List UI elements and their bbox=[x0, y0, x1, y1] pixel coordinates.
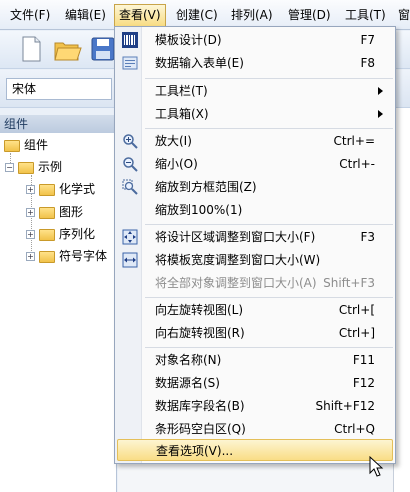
tree-item-serialization[interactable]: + 序列化 bbox=[26, 225, 95, 243]
menu-item-fit-design-area[interactable]: 将设计区域调整到窗口大小(F) F3 bbox=[117, 226, 393, 248]
menu-item-toolbox[interactable]: 工具箱(X) bbox=[117, 103, 393, 125]
menu-item-label: 向左旋转视图(L) bbox=[155, 303, 244, 317]
menu-item-shortcut: F3 bbox=[360, 230, 375, 244]
menu-manage[interactable]: 管理(D) bbox=[284, 4, 335, 26]
tree-item-graphics[interactable]: + 图形 bbox=[26, 203, 83, 221]
menu-item-template-design[interactable]: 模板设计(D) F7 bbox=[117, 29, 393, 51]
menu-item-fit-all-objects: 将全部对象调整到窗口大小(A) Shift+F3 bbox=[117, 272, 393, 294]
menu-item-rotate-left[interactable]: 向左旋转视图(L) Ctrl+[ bbox=[117, 299, 393, 321]
submenu-arrow-icon bbox=[378, 87, 383, 95]
components-panel-title: 组件 bbox=[0, 115, 117, 133]
menu-item-shortcut: F7 bbox=[360, 33, 375, 47]
menu-item-fit-template-width[interactable]: 将模板宽度调整到窗口大小(W) bbox=[117, 249, 393, 271]
zoom-out-icon bbox=[123, 157, 138, 172]
expand-icon[interactable]: + bbox=[26, 185, 35, 194]
tree-item-label: 序列化 bbox=[59, 227, 96, 241]
tree-examples[interactable]: − 示例 bbox=[5, 158, 62, 176]
folder-icon bbox=[39, 228, 55, 241]
menu-tools[interactable]: 工具(T) bbox=[341, 4, 390, 26]
tree-root[interactable]: 组件 bbox=[4, 136, 48, 154]
expand-icon[interactable]: + bbox=[26, 208, 35, 217]
expand-icon[interactable]: + bbox=[26, 230, 35, 239]
tree-item-chemical[interactable]: + 化学式 bbox=[26, 180, 95, 198]
menu-item-shortcut: F12 bbox=[352, 376, 375, 390]
zoom-box-icon bbox=[122, 179, 138, 195]
menu-item-label: 查看选项(V)... bbox=[156, 444, 234, 458]
fit-window-icon bbox=[122, 229, 138, 245]
view-menu-dropdown: 模板设计(D) F7 数据输入表单(E) F8 工具栏(T) 工具箱(X) 放大… bbox=[114, 26, 396, 464]
menu-item-label: 条形码空白区(Q) bbox=[155, 422, 246, 436]
menu-item-label: 工具箱(X) bbox=[155, 107, 209, 121]
menu-item-shortcut: Shift+F3 bbox=[323, 276, 375, 290]
folder-icon bbox=[39, 206, 55, 219]
expand-icon[interactable]: + bbox=[26, 252, 35, 261]
tree-item-label: 化学式 bbox=[59, 182, 96, 196]
menu-item-label: 将设计区域调整到窗口大小(F) bbox=[155, 230, 316, 244]
collapse-icon[interactable]: − bbox=[5, 163, 14, 172]
form-icon bbox=[122, 56, 138, 70]
menu-item-data-source-names[interactable]: 数据源名(S) F12 bbox=[117, 372, 393, 394]
menu-item-zoom-100[interactable]: 缩放到100%(1) bbox=[117, 199, 393, 221]
menu-item-toolbars[interactable]: 工具栏(T) bbox=[117, 80, 393, 102]
menu-item-label: 缩放到方框范围(Z) bbox=[155, 180, 257, 194]
menu-item-shortcut: Ctrl+[ bbox=[338, 303, 375, 317]
new-document-icon[interactable] bbox=[16, 34, 46, 64]
menu-item-label: 缩放到100%(1) bbox=[155, 203, 243, 217]
zoom-in-icon bbox=[123, 134, 138, 149]
open-folder-icon[interactable] bbox=[52, 34, 82, 64]
menu-item-shortcut: Ctrl+- bbox=[339, 157, 375, 171]
menu-view[interactable]: 查看(V) bbox=[114, 4, 166, 26]
menu-item-database-field-names[interactable]: 数据库字段名(B) Shift+F12 bbox=[117, 395, 393, 417]
menu-item-label: 对象名称(N) bbox=[155, 353, 222, 367]
menu-item-data-entry-form[interactable]: 数据输入表单(E) F8 bbox=[117, 52, 393, 74]
menu-item-shortcut: Shift+F12 bbox=[315, 399, 375, 413]
tree-item-symbol-font[interactable]: + 符号字体 bbox=[26, 247, 107, 265]
font-select[interactable]: 宋体 bbox=[6, 78, 112, 100]
tree-examples-label: 示例 bbox=[38, 160, 63, 174]
menu-item-label: 数据库字段名(B) bbox=[155, 399, 245, 413]
menu-create[interactable]: 创建(C) bbox=[172, 4, 222, 26]
barcode-icon bbox=[122, 32, 138, 48]
menu-edit[interactable]: 编辑(E) bbox=[61, 4, 110, 26]
menu-item-label: 向右旋转视图(R) bbox=[155, 326, 245, 340]
menu-item-label: 缩小(O) bbox=[155, 157, 198, 171]
menu-item-shortcut: Ctrl+] bbox=[338, 326, 375, 340]
fit-width-icon bbox=[122, 252, 138, 268]
menu-item-label: 将模板宽度调整到窗口大小(W) bbox=[155, 253, 321, 267]
submenu-arrow-icon bbox=[378, 110, 383, 118]
menu-item-label: 数据源名(S) bbox=[155, 376, 220, 390]
menu-item-zoom-in[interactable]: 放大(I) Ctrl+= bbox=[117, 130, 393, 152]
menu-item-barcode-quiet-zone[interactable]: 条形码空白区(Q) Ctrl+Q bbox=[117, 418, 393, 440]
menu-item-label: 模板设计(D) bbox=[155, 33, 222, 47]
menu-item-label: 数据输入表单(E) bbox=[155, 56, 244, 70]
tree-item-label: 符号字体 bbox=[59, 249, 108, 263]
menu-item-object-names[interactable]: 对象名称(N) F11 bbox=[117, 349, 393, 371]
menu-item-rotate-right[interactable]: 向右旋转视图(R) Ctrl+] bbox=[117, 322, 393, 344]
menu-item-label: 将全部对象调整到窗口大小(A) bbox=[155, 276, 317, 290]
folder-icon bbox=[39, 183, 55, 196]
menu-item-zoom-out[interactable]: 缩小(O) Ctrl+- bbox=[117, 153, 393, 175]
menu-item-zoom-to-box[interactable]: 缩放到方框范围(Z) bbox=[117, 176, 393, 198]
menu-arrange[interactable]: 排列(A) bbox=[227, 4, 277, 26]
tree-item-label: 图形 bbox=[59, 205, 84, 219]
menu-item-shortcut: Ctrl+= bbox=[333, 134, 375, 148]
mouse-cursor-icon bbox=[369, 456, 384, 477]
menu-item-label: 工具栏(T) bbox=[155, 84, 208, 98]
components-tree: 组件 − 示例 + 化学式 + 图形 + 序列化 + 符号字体 bbox=[0, 133, 117, 492]
folder-open-icon bbox=[4, 139, 20, 152]
menu-window[interactable]: 窗 bbox=[394, 4, 410, 26]
folder-open-icon bbox=[18, 161, 34, 174]
folder-icon bbox=[39, 250, 55, 263]
menu-item-shortcut: F11 bbox=[352, 353, 375, 367]
menu-item-label: 放大(I) bbox=[155, 134, 192, 148]
menu-item-shortcut: F8 bbox=[360, 56, 375, 70]
menu-item-view-options[interactable]: 查看选项(V)... bbox=[117, 439, 393, 461]
menu-file[interactable]: 文件(F) bbox=[6, 4, 54, 26]
menu-item-shortcut: Ctrl+Q bbox=[334, 422, 375, 436]
tree-root-label: 组件 bbox=[24, 138, 49, 152]
